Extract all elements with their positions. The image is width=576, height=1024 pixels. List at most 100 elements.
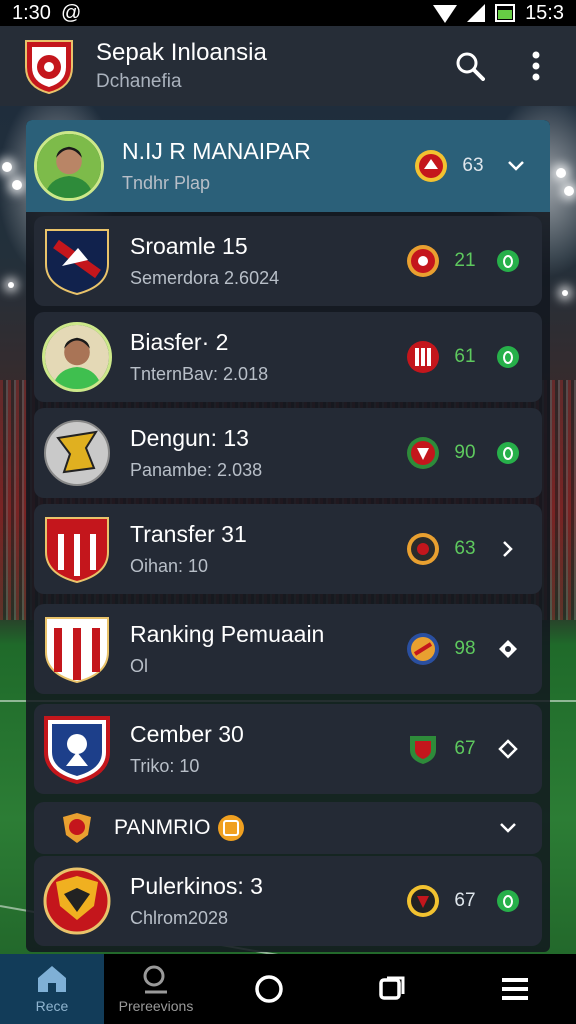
item-action-button[interactable]	[490, 435, 526, 471]
item-score: 67	[454, 890, 476, 911]
green-dot-icon	[497, 250, 519, 272]
item-title: N.IJ R MANAIPAR	[122, 138, 311, 164]
ranking-list: N.IJ R MANAIPAR Tndhr Plap 63 Sroamle 15…	[26, 120, 550, 952]
list-item[interactable]: Ranking Pemuaain Ol 98	[34, 604, 542, 694]
club-logo	[44, 420, 110, 486]
item-title: Sroamle 15	[130, 233, 248, 259]
nav-search-label: Prereevions	[118, 998, 194, 1014]
section-badge-icon	[63, 813, 91, 843]
hamburger-icon	[501, 978, 528, 1000]
chevron-down-icon	[500, 823, 516, 833]
club-logo	[45, 229, 109, 296]
floodlight	[2, 162, 12, 172]
green-dot-icon	[497, 346, 519, 368]
floodlight	[556, 168, 566, 178]
system-home-button[interactable]	[208, 954, 331, 1024]
system-menu-button[interactable]	[453, 954, 576, 1024]
item-subtitle: Panambe: 2.038	[130, 460, 263, 480]
item-score: 63	[454, 538, 476, 559]
diamond-icon	[499, 640, 517, 658]
section-title: PANMRIO	[114, 816, 211, 839]
item-action-button[interactable]	[490, 243, 526, 279]
item-action-button[interactable]	[490, 883, 526, 919]
club-badge-icon	[407, 633, 439, 665]
club-logo	[45, 617, 109, 684]
item-title: Pulerkinos: 3	[130, 873, 263, 899]
item-score: 21	[454, 250, 476, 271]
club-badge-icon	[407, 533, 439, 565]
status-time: 1:30	[12, 1, 51, 24]
item-action-button[interactable]	[490, 339, 526, 375]
search-icon	[143, 965, 167, 994]
item-subtitle: Chlrom2028	[130, 908, 229, 928]
list-item[interactable]: Sroamle 15 Semerdora 2.6024 21	[34, 216, 542, 306]
diamond-icon	[498, 739, 518, 759]
wifi-icon	[433, 5, 458, 23]
search-button[interactable]	[446, 42, 494, 90]
list-item[interactable]: Transfer 31 Oihan: 10 63	[34, 504, 542, 594]
green-dot-icon	[497, 890, 519, 912]
recents-icon	[379, 976, 405, 1000]
item-subtitle: Tndhr Plap	[122, 173, 211, 193]
section-expand-button[interactable]	[490, 810, 526, 846]
nav-home[interactable]: Rece	[0, 954, 104, 1024]
item-title: Biasfer· 2	[130, 329, 229, 355]
item-score: 63	[462, 155, 484, 176]
chevron-down-icon	[508, 161, 524, 171]
item-score: 61	[454, 346, 476, 367]
section-header[interactable]: PANMRIO	[34, 802, 542, 854]
system-recents-button[interactable]	[331, 954, 454, 1024]
nav-search[interactable]: Prereevions	[104, 954, 208, 1024]
item-title: Transfer 31	[130, 521, 247, 547]
club-logo	[45, 517, 109, 584]
item-action-button[interactable]	[490, 631, 526, 667]
circle-home-icon	[255, 975, 284, 1003]
item-subtitle: Ol	[130, 656, 148, 676]
club-badge-icon	[410, 736, 436, 764]
list-item[interactable]: Pulerkinos: 3 Chlrom2028 67	[34, 856, 542, 946]
at-icon: @	[60, 1, 82, 24]
overflow-menu-button[interactable]	[512, 42, 560, 90]
home-icon	[38, 966, 66, 992]
club-badge-icon	[407, 437, 439, 469]
bottom-navigation: Rece Prereevions	[0, 954, 576, 1024]
player-avatar	[34, 131, 104, 201]
signal-icon	[467, 4, 486, 22]
player-avatar	[42, 322, 112, 392]
club-badge-icon	[407, 885, 439, 917]
more-vert-icon	[532, 51, 540, 81]
search-icon	[456, 52, 485, 81]
item-subtitle: Triko: 10	[130, 756, 200, 776]
item-title: Dengun: 13	[130, 425, 249, 451]
app-subtitle: Dchanefia	[96, 71, 182, 92]
chevron-right-icon	[503, 541, 513, 557]
item-action-button[interactable]	[490, 731, 526, 767]
app-logo	[25, 40, 73, 95]
list-item[interactable]: Cember 30 Triko: 10 67	[34, 704, 542, 794]
club-badge-icon	[407, 245, 439, 277]
club-badge-icon	[407, 341, 439, 373]
list-item[interactable]: Dengun: 13 Panambe: 2.038 90	[34, 408, 542, 498]
item-subtitle: Semerdora 2.6024	[130, 268, 280, 288]
expand-button[interactable]	[498, 148, 534, 184]
item-subtitle: TnternBav: 2.018	[130, 364, 269, 384]
list-item[interactable]: Biasfer· 2 TnternBav: 2.018 61	[34, 312, 542, 402]
item-action-button[interactable]	[490, 531, 526, 567]
floodlight	[564, 186, 574, 196]
app-title: Sepak Inloansia	[96, 39, 267, 66]
status-bar: 1:30 @ 15:3	[0, 0, 576, 26]
floodlight	[12, 180, 22, 190]
floodlight	[8, 282, 14, 288]
item-subtitle: Oihan: 10	[130, 556, 209, 576]
app-bar: Sepak Inloansia Dchanefia	[0, 26, 576, 106]
battery-icon	[495, 4, 516, 22]
club-logo	[44, 716, 110, 784]
nav-home-label: Rece	[35, 998, 69, 1014]
item-title: Ranking Pemuaain	[130, 621, 325, 647]
status-time-right: 15:3	[525, 1, 564, 24]
club-logo	[43, 867, 111, 935]
item-title: Cember 30	[130, 721, 244, 747]
green-dot-icon	[497, 442, 519, 464]
club-badge-icon	[415, 150, 447, 182]
list-item[interactable]: N.IJ R MANAIPAR Tndhr Plap 63	[26, 120, 550, 212]
